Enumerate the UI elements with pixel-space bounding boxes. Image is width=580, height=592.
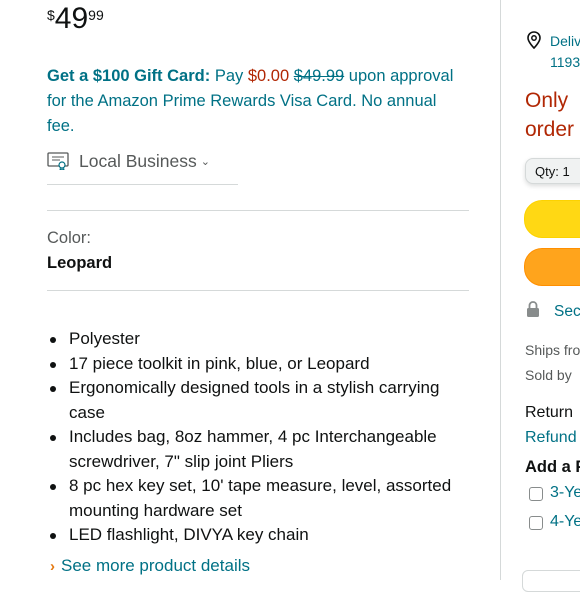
deliver-line1: Deliv	[550, 33, 580, 49]
buy-now-button[interactable]	[524, 248, 580, 286]
location-pin-icon	[527, 31, 541, 54]
price-whole: 49	[54, 2, 89, 35]
feature-bullets: Polyester 17 piece toolkit in pink, blue…	[47, 327, 477, 548]
promo-pay: Pay	[210, 67, 248, 85]
divider	[47, 184, 238, 185]
feature-bullet: LED flashlight, DIVYA key chain	[47, 523, 477, 548]
color-value: Leopard	[47, 254, 113, 272]
chevron-down-icon: ⌄	[200, 155, 210, 168]
promo-lead: Get a $100 Gift Card:	[47, 67, 211, 85]
protection-checkbox-1[interactable]	[529, 487, 543, 501]
see-more-link[interactable]: › See more product details	[50, 556, 250, 576]
chevron-right-icon: ›	[50, 558, 55, 575]
local-business-dropdown[interactable]: Local Business ⌄	[47, 148, 210, 174]
stock-warning: Only order	[525, 86, 574, 144]
add-to-cart-button[interactable]	[524, 200, 580, 238]
color-label: Color:	[47, 229, 92, 247]
sold-by-label: Sold by	[525, 367, 572, 383]
stock-line2: order	[525, 118, 575, 141]
protection-option-1[interactable]: 3-Ye	[550, 484, 580, 502]
promo-original-price: $49.99	[293, 67, 345, 85]
protection-option-2[interactable]: 4-Ye	[550, 513, 580, 531]
deliver-to-link[interactable]: Deliv 1193	[550, 31, 580, 73]
lock-icon	[526, 300, 540, 323]
promo-amount: $0.00	[247, 67, 290, 85]
price-currency: $	[47, 7, 55, 23]
see-more-label: See more product details	[61, 556, 250, 575]
divider	[47, 290, 469, 291]
buybox-card-edge	[522, 570, 580, 592]
feature-bullet: Ergonomically designed tools in a stylis…	[47, 376, 477, 425]
ships-from-label: Ships fro	[525, 342, 580, 358]
price: $4999	[47, 4, 104, 34]
gift-card-promo[interactable]: Get a $100 Gift Card: Pay $0.00 $49.99 u…	[47, 64, 467, 139]
local-business-label: Local Business	[79, 150, 197, 171]
secure-transaction-link[interactable]: Sec	[554, 303, 580, 321]
quantity-select[interactable]: Qty: 1	[525, 158, 580, 184]
deliver-line2: 1193	[550, 54, 580, 70]
stock-line1: Only	[525, 89, 569, 112]
add-protection-heading: Add a P	[525, 458, 580, 476]
buybox-border	[500, 0, 501, 580]
return-policy-label: Return	[525, 404, 574, 421]
feature-bullet: 8 pc hex key set, 10' tape measure, leve…	[47, 474, 477, 523]
feature-bullet: Polyester	[47, 327, 477, 352]
refund-link[interactable]: Refund	[525, 429, 577, 447]
protection-checkbox-2[interactable]	[529, 516, 543, 530]
price-fraction: 99	[88, 7, 104, 23]
feature-bullet: Includes bag, 8oz hammer, 4 pc Interchan…	[47, 425, 477, 474]
divider	[47, 210, 469, 211]
certificate-icon	[47, 152, 69, 171]
feature-bullet: 17 piece toolkit in pink, blue, or Leopa…	[47, 352, 477, 377]
